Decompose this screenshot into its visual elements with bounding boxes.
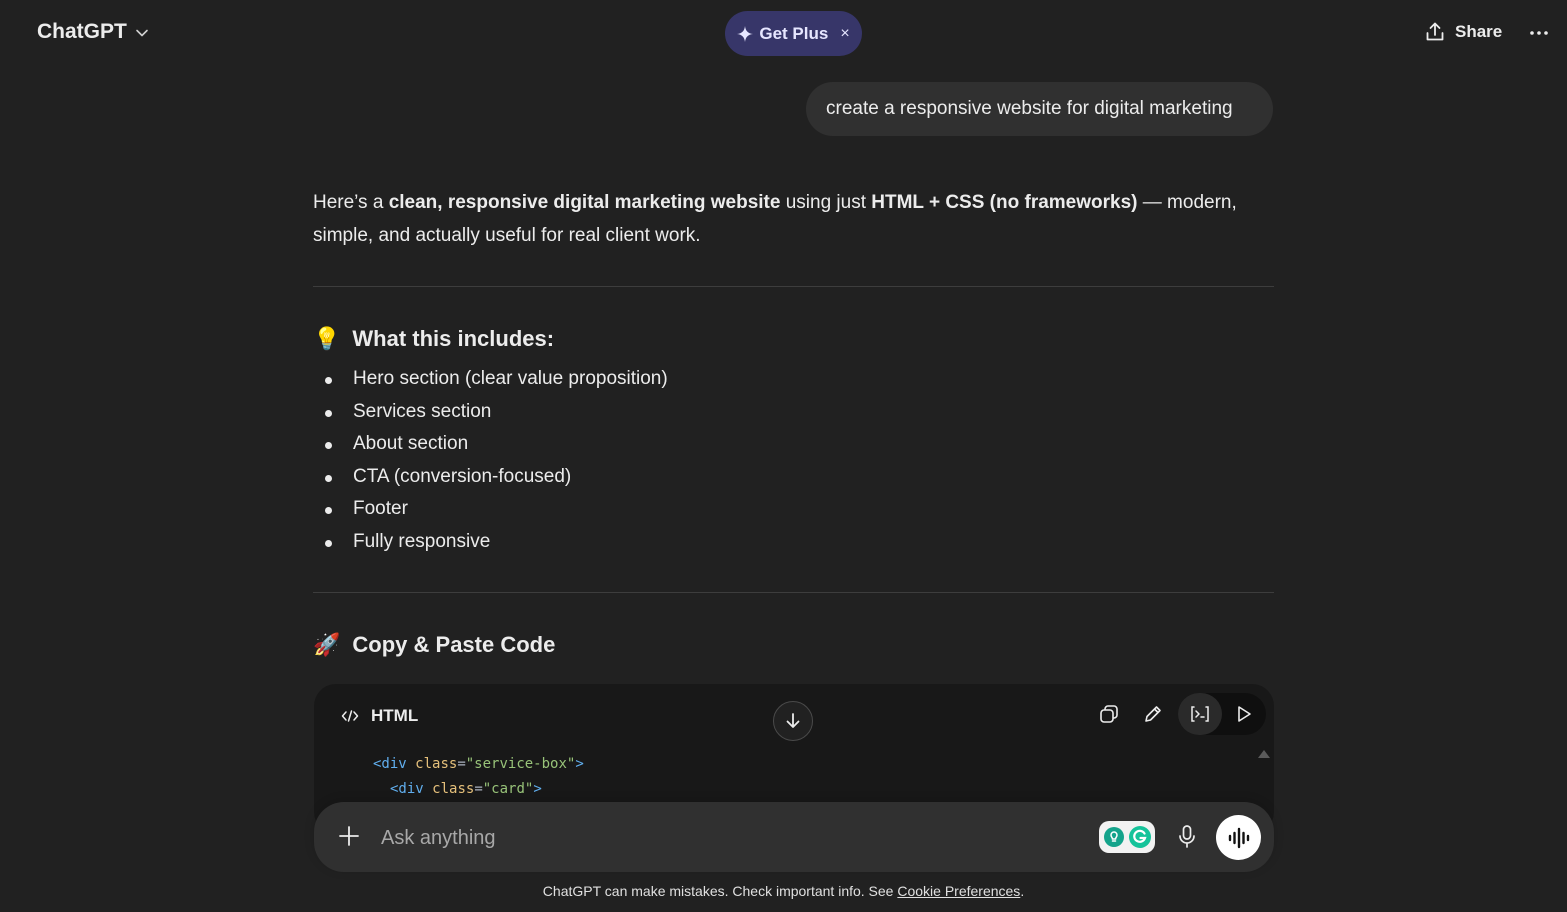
disclaimer: ChatGPT can make mistakes. Check importa… (0, 883, 1567, 899)
code-view-toggle (1178, 693, 1266, 735)
section-heading-code: 🚀 Copy & Paste Code (313, 632, 555, 658)
assistant-intro: Here’s a clean, responsive digital marke… (313, 186, 1273, 252)
features-list: Hero section (clear value proposition) S… (313, 363, 1113, 559)
grammarly-icon (1128, 826, 1151, 848)
grammarly-extension-button[interactable] (1099, 821, 1155, 853)
plus-icon (339, 826, 359, 846)
get-plus-label: Get Plus (759, 23, 829, 43)
code-content: <div class="service-box"> <div class="car… (373, 752, 584, 802)
run-code-button[interactable] (1222, 693, 1266, 735)
scroll-to-bottom-button[interactable] (773, 701, 813, 741)
section-heading-text: Copy & Paste Code (352, 632, 556, 657)
intro-text-1: Here’s a (313, 192, 389, 213)
code-line: <div class="service-box"> (373, 752, 584, 777)
code-token-tag: <div (390, 781, 424, 797)
user-message: create a responsive website for digital … (806, 82, 1273, 136)
code-token-string: "service-box" (465, 756, 576, 772)
code-icon (341, 710, 359, 722)
share-upload-icon (1426, 22, 1444, 41)
play-icon (1238, 706, 1251, 722)
section-heading-includes: 💡 What this includes: (313, 326, 554, 352)
model-selector[interactable]: ChatGPT (37, 20, 149, 44)
cookie-preferences-link[interactable]: Cookie Preferences (897, 883, 1020, 899)
composer (314, 802, 1274, 872)
code-line: <div class="card"> (373, 777, 584, 802)
code-token-attr: class (415, 756, 458, 772)
canvas-view-button[interactable] (1178, 693, 1222, 735)
code-actions (1087, 693, 1266, 735)
disclaimer-end: . (1020, 883, 1025, 899)
dictation-button[interactable] (1176, 824, 1198, 855)
arrow-down-icon (786, 713, 800, 728)
brand-name: ChatGPT (37, 20, 127, 43)
code-token-eq: = (474, 781, 483, 797)
list-item: Footer (313, 493, 1113, 526)
section-heading-text: What this includes: (352, 326, 555, 351)
voice-mode-button[interactable] (1216, 815, 1261, 860)
prompt-input[interactable] (379, 822, 1083, 854)
more-horizontal-icon (1530, 31, 1548, 35)
scrollbar-up-arrow[interactable] (1258, 750, 1270, 758)
code-token-eq: = (457, 756, 466, 772)
code-language-label: HTML (341, 706, 418, 726)
disclaimer-text: ChatGPT can make mistakes. Check importa… (542, 883, 898, 899)
get-plus-button[interactable]: Get Plus × (725, 11, 862, 56)
sparkle-icon (737, 25, 754, 42)
canvas-icon (1191, 706, 1209, 722)
chevron-down-icon (136, 29, 148, 37)
rocket-icon: 🚀 (313, 632, 341, 657)
more-options-button[interactable] (1528, 22, 1550, 49)
code-token-tag: > (533, 781, 542, 797)
intro-bold-1: clean, responsive digital marketing webs… (388, 192, 781, 213)
code-token-tag: > (575, 756, 584, 772)
edit-code-button[interactable] (1131, 693, 1175, 735)
lightbulb-icon: 💡 (313, 326, 341, 351)
get-plus-close-button[interactable]: × (840, 25, 849, 43)
list-item: CTA (conversion-focused) (313, 461, 1113, 494)
list-item: Hero section (clear value proposition) (313, 363, 1113, 396)
user-message-text: create a responsive website for digital … (826, 98, 1233, 119)
share-button[interactable]: Share (1424, 21, 1502, 43)
code-token-string: "card" (482, 781, 534, 797)
share-label: Share (1455, 22, 1503, 41)
voice-mode-icon (1228, 827, 1249, 848)
intro-text-2: using just (780, 192, 872, 213)
copy-code-button[interactable] (1087, 693, 1131, 735)
divider (313, 286, 1274, 287)
divider (313, 592, 1274, 593)
list-item: About section (313, 428, 1113, 461)
code-language: HTML (371, 706, 419, 725)
code-token-tag: <div (373, 756, 407, 772)
copy-icon (1100, 705, 1118, 723)
list-item: Services section (313, 396, 1113, 429)
mic-icon (1179, 825, 1195, 848)
intro-bold-2: HTML + CSS (no frameworks) (871, 192, 1138, 213)
code-token-attr: class (432, 781, 475, 797)
attach-button[interactable] (338, 825, 360, 852)
list-item: Fully responsive (313, 526, 1113, 559)
lightbulb-extension-icon (1103, 827, 1124, 847)
pencil-icon (1145, 706, 1161, 722)
